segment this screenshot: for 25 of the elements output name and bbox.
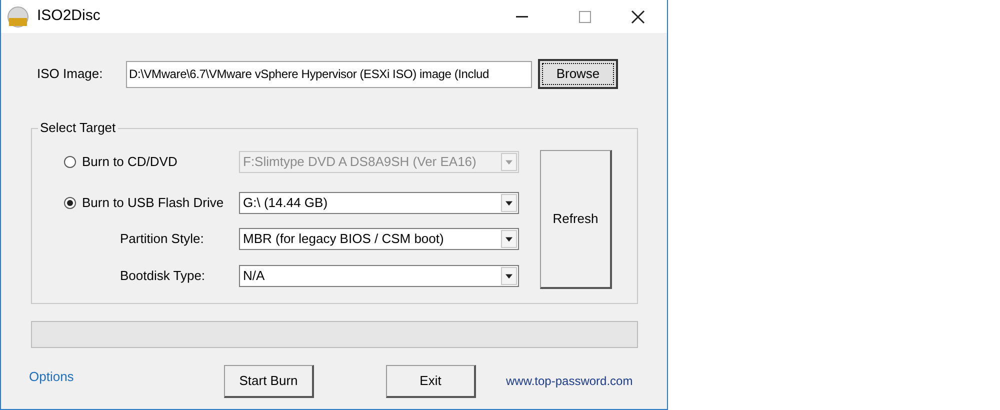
website-link[interactable]: www.top-password.com	[506, 372, 633, 390]
radio-button[interactable]	[64, 197, 76, 209]
caret-icon	[501, 194, 517, 212]
dropdown[interactable]: N/A	[239, 265, 519, 287]
option-label: Bootdisk Type:	[120, 267, 206, 286]
refresh-button[interactable]: Refresh	[540, 150, 612, 289]
browse-button[interactable]: Browse	[538, 59, 618, 89]
caret-icon	[501, 230, 517, 248]
options-link[interactable]: Options	[29, 367, 224, 387]
caret-icon	[501, 267, 517, 285]
caret-icon	[501, 153, 517, 171]
window-title: ISO2Disc	[37, 6, 100, 26]
minimize-icon[interactable]	[516, 16, 528, 18]
iso-path-field[interactable]: D:\VMware\6.7\VMware vSphere Hypervisor (ESXi ISO) image (Includ	[126, 60, 532, 88]
dropdown[interactable]: MBR (for legacy BIOS / CSM boot)	[239, 228, 519, 250]
disc-icon	[7, 6, 29, 28]
close-icon[interactable]	[631, 10, 645, 24]
exit-button[interactable]: Exit	[386, 364, 476, 398]
group-title: Select Target	[38, 120, 118, 136]
start-burn-button[interactable]: Start Burn	[224, 364, 314, 398]
option-label: Partition Style:	[120, 230, 205, 248]
maximize-icon[interactable]	[579, 10, 591, 22]
radio-label[interactable]: Burn to USB Flash Drive	[82, 193, 239, 213]
iso-image-label: ISO Image:	[37, 65, 104, 84]
dropdown[interactable]: G:\ (14.44 GB)	[239, 192, 519, 214]
